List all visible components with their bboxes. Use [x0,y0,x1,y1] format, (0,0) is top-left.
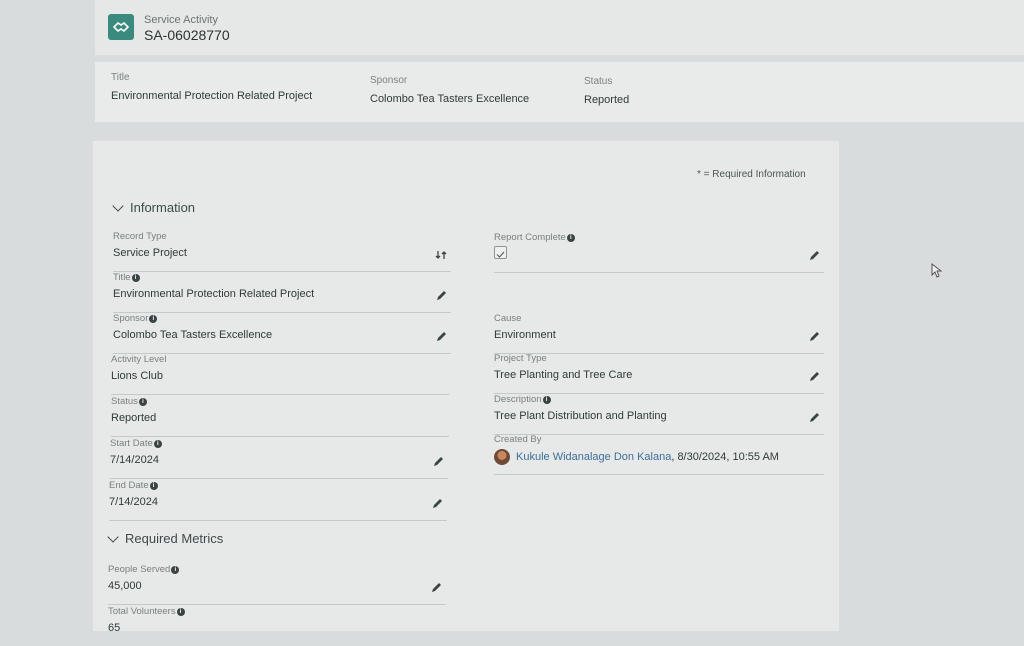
mouse-cursor-icon [931,263,943,278]
field-description: Description i Tree Plant Distribution and… [494,394,824,435]
field-value: Environmental Protection Related Project [113,288,315,300]
field-label: Cause [494,313,522,324]
highlight-status: Status Reported [584,76,629,106]
edit-pencil-icon[interactable] [808,331,820,343]
field-label: Description i [494,394,551,405]
change-record-type-icon[interactable] [435,249,447,261]
created-by-timestamp: , 8/30/2024, 10:55 AM [671,450,779,463]
report-complete-checkbox[interactable] [494,246,507,259]
section-information-toggle[interactable]: Information [112,199,196,215]
field-activity-level: Activity Level Lions Club [111,354,449,395]
highlight-sponsor: Sponsor Colombo Tea Tasters Excellence [370,75,529,105]
field-label: Start Date i [110,438,162,449]
field-label: Status i [111,396,147,407]
field-label: End Date i [109,480,158,491]
field-value: 7/14/2024 [109,496,158,508]
edit-pencil-icon[interactable] [808,412,820,424]
field-label: Project Type [494,353,547,364]
info-icon[interactable]: i [153,439,162,448]
chevron-down-icon [112,199,124,212]
info-icon[interactable]: i [566,233,575,242]
checkmark-icon [496,251,505,258]
field-sponsor: Sponsor i Colombo Tea Tasters Excellence [113,313,451,354]
field-label: Sponsor i [113,313,158,324]
field-value: Environment [494,329,556,341]
field-value: 7/14/2024 [110,454,159,466]
field-label: Created By [494,434,542,445]
sponsor-link[interactable]: Colombo Tea Tasters Excellence [113,329,272,341]
edit-pencil-icon[interactable] [430,582,442,594]
info-icon[interactable]: i [149,314,158,323]
object-label: Service Activity [144,14,218,26]
field-value: Service Project [113,247,187,259]
field-label: People Served i [108,564,180,575]
field-value: 65 [108,622,121,634]
created-by-user-link[interactable]: Kukule Widanalage Don Kalana [516,451,671,463]
avatar [494,449,510,465]
section-required-metrics-title: Required Metrics [125,531,224,546]
record-header [95,0,1024,55]
field-label: Activity Level [111,354,167,365]
highlight-sponsor-link[interactable]: Colombo Tea Tasters Excellence [370,93,529,105]
field-label: Total Volunteers i [108,606,185,617]
created-by-value: Kukule Widanalage Don Kalana, 8/30/2024,… [494,449,779,465]
chevron-down-icon [107,530,119,543]
field-start-date: Start Date i 7/14/2024 [110,438,448,479]
field-status: Status i Reported [111,396,449,437]
highlight-title-value: Environmental Protection Related Project [111,90,313,102]
highlight-title-label: Title [111,72,130,83]
required-info-note: * = Required Information [697,169,806,180]
field-report-complete: Report Complete i [494,232,824,273]
info-icon[interactable]: i [149,481,158,490]
field-label: Title i [113,272,140,283]
field-value: Lions Club [111,370,163,382]
field-created-by: Created By Kukule Widanalage Don Kalana,… [494,434,824,475]
edit-pencil-icon[interactable] [431,498,443,510]
info-icon[interactable]: i [131,273,140,282]
info-icon[interactable]: i [138,397,147,406]
info-icon[interactable]: i [542,395,551,404]
record-name: SA-06028770 [144,27,230,43]
highlight-title: Title Environmental Protection Related P… [111,72,312,102]
section-information-title: Information [130,200,196,215]
field-value: 45,000 [108,580,142,592]
field-value: Tree Planting and Tree Care [494,369,633,381]
field-value: Tree Plant Distribution and Planting [494,410,667,422]
field-record-type: Record Type Service Project [113,231,451,272]
edit-pencil-icon[interactable] [432,456,444,468]
info-icon[interactable]: i [171,565,180,574]
edit-pencil-icon[interactable] [808,371,820,383]
edit-pencil-icon[interactable] [435,290,447,302]
field-cause: Cause Environment [494,313,824,354]
section-required-metrics-toggle[interactable]: Required Metrics [107,530,224,546]
field-value: Reported [111,412,157,424]
info-icon[interactable]: i [176,607,185,616]
edit-pencil-icon[interactable] [435,331,447,343]
field-label: Record Type [113,231,167,242]
field-total-volunteers: Total Volunteers i 65 [108,606,446,646]
field-title: Title i Environmental Protection Related … [113,272,451,313]
highlight-status-value: Reported [584,94,630,106]
edit-pencil-icon[interactable] [808,250,820,262]
field-project-type: Project Type Tree Planting and Tree Care [494,353,824,394]
highlight-status-label: Status [584,76,613,87]
handshake-icon [108,14,134,40]
field-people-served: People Served i 45,000 [108,564,446,605]
highlight-sponsor-label: Sponsor [370,75,408,86]
field-end-date: End Date i 7/14/2024 [109,480,447,521]
field-label: Report Complete i [494,232,575,243]
